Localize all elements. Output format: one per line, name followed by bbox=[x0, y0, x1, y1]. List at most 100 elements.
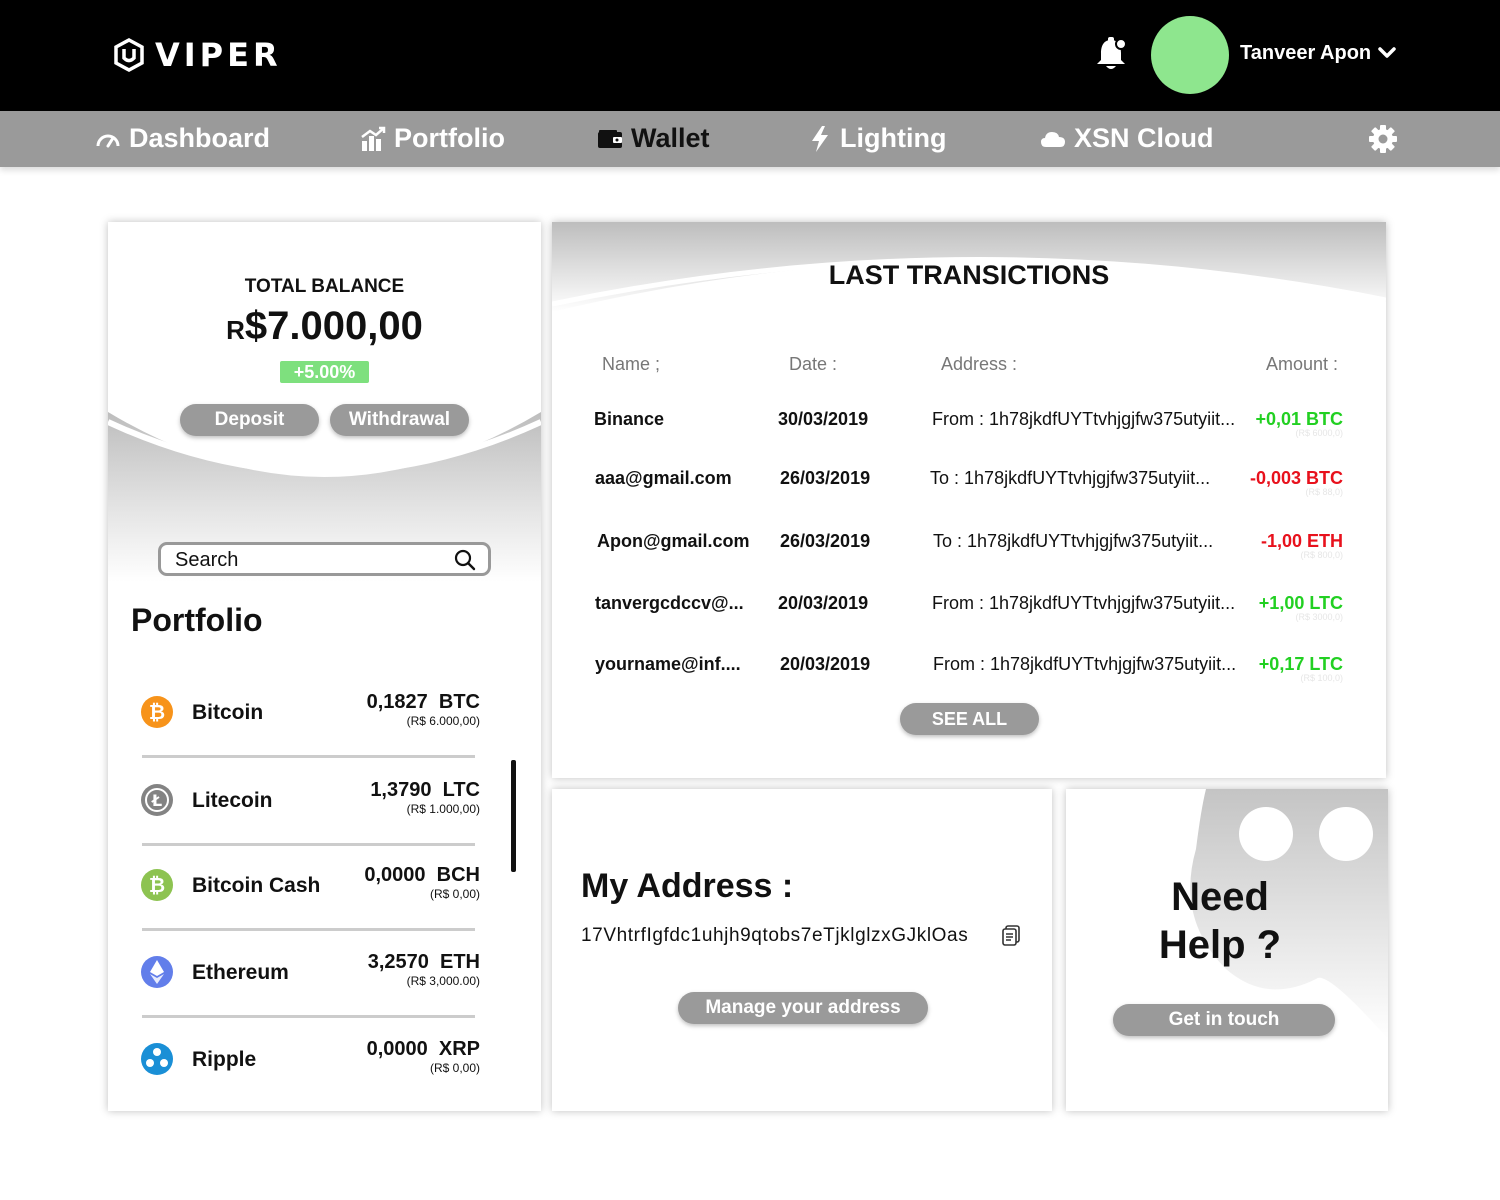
tx-amount: +1,00 LTC bbox=[1258, 593, 1343, 613]
tx-direction: From : bbox=[933, 654, 985, 674]
list-item[interactable]: ₿ Bitcoin Cash 0,0000 BCH (R$ 0,00) bbox=[140, 864, 480, 956]
list-item[interactable]: Ethereum 3,2570 ETH (R$ 3,000.00) bbox=[140, 951, 480, 1043]
table-row[interactable]: Apon@gmail.com 26/03/2019 To : 1h78jkdfU… bbox=[552, 531, 1386, 561]
coin-amount: 0,0000 BCH bbox=[364, 864, 480, 886]
coin-amount: 0,0000 XRP bbox=[366, 1038, 480, 1060]
tx-address: From : 1h78jkdfUYTtvhjgjfw375utyiit... bbox=[933, 654, 1236, 675]
list-item[interactable]: ₿ Bitcoin 0,1827 BTC (R$ 6.000,00) bbox=[140, 691, 480, 783]
column-header-amount: Amount : bbox=[1266, 354, 1339, 374]
tx-address-value: 1h78jkdfUYTtvhjgjfw375utyiit... bbox=[989, 593, 1236, 613]
tx-date: 26/03/2019 bbox=[780, 468, 871, 488]
coin-amount: 1,3790 LTC bbox=[370, 779, 480, 801]
tx-amount: +0,01 BTC bbox=[1255, 409, 1343, 429]
tx-date: 30/03/2019 bbox=[778, 409, 869, 429]
brand-logo[interactable]: VIPER bbox=[113, 36, 282, 74]
tx-fiat-value: (R$ 800,0) bbox=[1300, 550, 1343, 560]
tx-address: To : 1h78jkdfUYTtvhjgjfw375utyiit... bbox=[930, 468, 1210, 489]
tx-direction: From : bbox=[932, 593, 984, 613]
search-box bbox=[158, 542, 491, 576]
tx-address: To : 1h78jkdfUYTtvhjgjfw375utyiit... bbox=[933, 531, 1213, 552]
nav-portfolio[interactable]: Portfolio bbox=[360, 123, 505, 154]
balance-card: TOTAL BALANCE R$7.000,00 +5.00% Deposit … bbox=[108, 222, 541, 1111]
search-input[interactable] bbox=[175, 549, 435, 572]
tx-fiat-value: (R$ 6000,0) bbox=[1295, 428, 1343, 438]
withdrawal-button[interactable]: Withdrawal bbox=[330, 404, 469, 436]
tx-direction: From : bbox=[932, 409, 984, 429]
deposit-button[interactable]: Deposit bbox=[180, 404, 319, 436]
nav-label: Wallet bbox=[631, 123, 710, 153]
cloud-icon bbox=[1041, 131, 1065, 147]
tx-fiat-value: (R$ 3000,0) bbox=[1295, 612, 1343, 622]
table-row[interactable]: tanvergcdccv@... 20/03/2019 From : 1h78j… bbox=[552, 593, 1386, 623]
coin-name: Bitcoin Cash bbox=[192, 874, 321, 897]
manage-address-button[interactable]: Manage your address bbox=[678, 992, 928, 1024]
scrollbar[interactable] bbox=[511, 760, 516, 872]
divider bbox=[142, 928, 475, 931]
main-nav: Dashboard Portfolio Wallet Lighting XSN … bbox=[0, 111, 1500, 167]
nav-lighting[interactable]: Lighting bbox=[808, 123, 946, 154]
coin-fiat-value: (R$ 0,00) bbox=[429, 887, 480, 901]
tx-name: Apon@gmail.com bbox=[597, 531, 750, 551]
nav-label: Lighting bbox=[840, 123, 947, 153]
copy-icon[interactable] bbox=[1001, 925, 1021, 947]
tx-direction: To : bbox=[933, 531, 963, 551]
tx-direction: To : bbox=[930, 468, 960, 488]
tx-date: 26/03/2019 bbox=[780, 531, 871, 551]
table-row[interactable]: Binance 30/03/2019 From : 1h78jkdfUYTtvh… bbox=[552, 409, 1386, 439]
tx-name: Binance bbox=[594, 409, 665, 429]
total-balance-label: TOTAL BALANCE bbox=[244, 276, 405, 297]
coin-fiat-value: (R$ 6.000,00) bbox=[406, 714, 480, 728]
nav-label: Portfolio bbox=[394, 123, 505, 153]
see-all-button[interactable]: SEE ALL bbox=[900, 703, 1039, 735]
gear-icon[interactable] bbox=[1368, 124, 1398, 154]
divider bbox=[142, 843, 475, 846]
nav-label: XSN Cloud bbox=[1074, 123, 1214, 153]
coin-amount: 0,1827 BTC bbox=[366, 691, 480, 713]
nav-xsn-cloud[interactable]: XSN Cloud bbox=[1040, 123, 1214, 154]
total-balance-value: R$7.000,00 bbox=[108, 304, 541, 349]
tx-address-value: 1h78jkdfUYTtvhjgjfw375utyiit... bbox=[990, 654, 1237, 674]
divider bbox=[142, 755, 475, 758]
coin-fiat-value: (R$ 1.000,00) bbox=[406, 802, 480, 816]
tx-address: From : 1h78jkdfUYTtvhjgjfw375utyiit... bbox=[932, 409, 1235, 430]
table-row[interactable]: aaa@gmail.com 26/03/2019 To : 1h78jkdfUY… bbox=[552, 468, 1386, 498]
user-name[interactable]: Tanveer Apon bbox=[1240, 42, 1371, 65]
tx-amount: +0,17 LTC bbox=[1258, 654, 1343, 674]
table-row[interactable]: yourname@inf.... 20/03/2019 From : 1h78j… bbox=[552, 654, 1386, 684]
transactions-card: LAST TRANSICTIONS Name ; Date : Address … bbox=[552, 222, 1386, 778]
ethereum-icon bbox=[141, 956, 173, 988]
search-icon[interactable] bbox=[454, 549, 476, 571]
nav-wallet[interactable]: Wallet bbox=[597, 123, 710, 154]
coin-name: Ripple bbox=[192, 1048, 257, 1071]
avatar[interactable] bbox=[1151, 16, 1229, 94]
svg-text:Ł: Ł bbox=[151, 791, 162, 810]
viper-shield-icon bbox=[114, 38, 144, 72]
coin-fiat-value: (R$ 0,00) bbox=[429, 1061, 480, 1075]
gauge-icon bbox=[96, 134, 120, 147]
tx-name: yourname@inf.... bbox=[595, 654, 741, 674]
coin-name: Ethereum bbox=[192, 961, 289, 984]
wallet-address: 17VhtrfIgfdc1uhjh9qtobs7eTjklglzxGJklOas bbox=[581, 925, 969, 946]
svg-text:₿: ₿ bbox=[149, 700, 165, 724]
bitcoin-cash-icon: ₿ bbox=[141, 869, 173, 901]
tx-amount: -0,003 BTC bbox=[1249, 468, 1343, 488]
help-card: Need Help ? Get in touch bbox=[1066, 789, 1388, 1111]
tx-address-value: 1h78jkdfUYTtvhjgjfw375utyiit... bbox=[964, 468, 1211, 488]
tx-fiat-value: (R$ 88,0) bbox=[1305, 487, 1343, 497]
list-item[interactable]: Ł Litecoin 1,3790 LTC (R$ 1.000,00) bbox=[140, 779, 480, 871]
column-header-date: Date : bbox=[789, 354, 838, 374]
coin-name: Bitcoin bbox=[192, 701, 264, 724]
help-title: Need Help ? bbox=[1158, 875, 1282, 967]
get-in-touch-button[interactable]: Get in touch bbox=[1113, 1004, 1335, 1036]
column-header-name: Name ; bbox=[602, 354, 661, 374]
chevron-down-icon[interactable] bbox=[1378, 46, 1396, 60]
litecoin-icon: Ł bbox=[141, 784, 173, 816]
notification-bell-icon[interactable] bbox=[1093, 36, 1129, 74]
portfolio-title: Portfolio bbox=[131, 602, 263, 638]
nav-dashboard[interactable]: Dashboard bbox=[95, 123, 270, 154]
brand-name: VIPER bbox=[155, 36, 282, 74]
list-item[interactable]: Ripple 0,0000 XRP (R$ 0,00) bbox=[140, 1038, 480, 1111]
tx-name: aaa@gmail.com bbox=[595, 468, 732, 488]
tx-address-value: 1h78jkdfUYTtvhjgjfw375utyiit... bbox=[989, 409, 1236, 429]
chart-icon bbox=[361, 126, 386, 151]
